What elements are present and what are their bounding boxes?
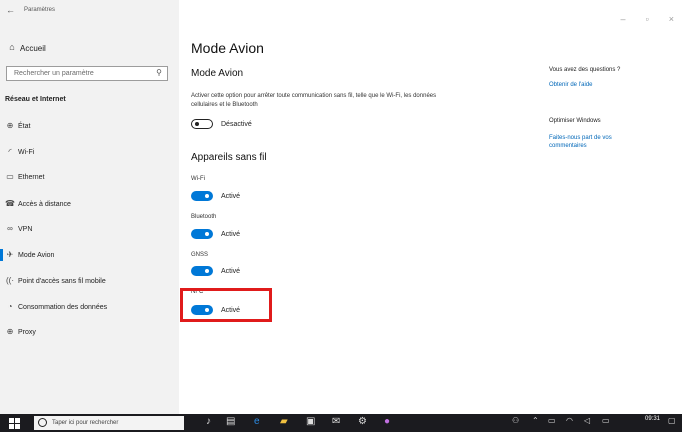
settings-search-input[interactable]: Rechercher un paramètre ⚲ bbox=[6, 66, 168, 81]
battery-icon[interactable]: ▭ bbox=[548, 416, 556, 425]
feedback-link[interactable]: Faites-nous part de vos commentaires bbox=[549, 134, 649, 150]
bluetooth-label: Bluetooth bbox=[191, 214, 217, 220]
sidebar-item-airplane-mode[interactable]: ✈ Mode Avion bbox=[0, 245, 179, 265]
gnss-toggle-state: Activé bbox=[221, 268, 241, 275]
hotspot-icon: ((· bbox=[6, 276, 14, 285]
keyboard-icon[interactable]: ▭ bbox=[602, 416, 610, 425]
file-explorer-icon[interactable]: ▰ bbox=[280, 416, 288, 427]
ethernet-icon: ▭ bbox=[6, 172, 14, 181]
network-icon[interactable]: ◠ bbox=[566, 416, 573, 425]
taskbar-clock[interactable]: 09:31 bbox=[645, 416, 660, 423]
sidebar-item-label: Ethernet bbox=[18, 174, 45, 181]
task-view-icon[interactable]: ▤ bbox=[226, 416, 235, 427]
window-controls: – ▫ × bbox=[601, 14, 674, 24]
bluetooth-toggle-state: Activé bbox=[221, 231, 241, 238]
globe-icon: ⊕ bbox=[6, 121, 14, 130]
sidebar-item-wifi[interactable]: ◜ Wi-Fi bbox=[0, 142, 179, 162]
page-title: Mode Avion bbox=[191, 40, 264, 56]
gnss-toggle[interactable] bbox=[191, 266, 213, 276]
tray-chevron-icon[interactable]: ⌃ bbox=[532, 416, 539, 425]
get-help-link[interactable]: Obtenir de l'aide bbox=[549, 82, 593, 88]
sidebar-item-label: Consommation des données bbox=[18, 304, 108, 311]
taskbar-search-input[interactable]: Taper ici pour rechercher bbox=[34, 416, 184, 430]
toggle-knob bbox=[195, 122, 199, 126]
toggle-knob bbox=[205, 232, 209, 236]
store-icon[interactable]: ▣ bbox=[306, 416, 315, 427]
people-icon[interactable]: ⚇ bbox=[512, 416, 519, 425]
microphone-icon[interactable]: ♪ bbox=[206, 416, 211, 427]
airplane-icon: ✈ bbox=[6, 250, 14, 259]
main-content: – ▫ × Mode Avion Mode Avion Activer cette … bbox=[179, 0, 682, 414]
maximize-icon[interactable]: ▫ bbox=[646, 14, 649, 24]
improve-windows-heading: Optimiser Windows bbox=[549, 118, 601, 124]
mail-icon[interactable]: ✉ bbox=[332, 416, 340, 427]
taskbar-search-placeholder: Taper ici pour rechercher bbox=[52, 420, 119, 426]
sidebar-item-data-usage[interactable]: ◔ Consommation des données bbox=[0, 297, 179, 317]
sidebar-item-dialup[interactable]: ☎ Accès à distance bbox=[0, 194, 179, 214]
wireless-devices-heading: Appareils sans fil bbox=[191, 152, 267, 163]
close-icon[interactable]: × bbox=[669, 14, 674, 24]
sidebar-item-label: Point d'accès sans fil mobile bbox=[18, 278, 106, 285]
sidebar-item-label: État bbox=[18, 123, 31, 130]
proxy-icon: ⊕ bbox=[6, 327, 14, 336]
home-icon: ⌂ bbox=[9, 42, 15, 52]
gnss-label: GNSS bbox=[191, 252, 209, 258]
settings-gear-icon[interactable]: ⚙ bbox=[358, 416, 367, 427]
dialup-icon: ☎ bbox=[5, 199, 15, 208]
home-nav-item[interactable]: ⌂ Accueil bbox=[4, 40, 174, 58]
wifi-icon: ◜ bbox=[8, 147, 12, 156]
airplane-description: Activer cette option pour arrêter toute … bbox=[191, 93, 437, 108]
nfc-highlight-box bbox=[180, 288, 272, 322]
section-title: Réseau et Internet bbox=[5, 96, 66, 103]
airplane-mode-toggle[interactable] bbox=[191, 119, 213, 129]
active-indicator bbox=[0, 249, 3, 261]
app-title: Paramètres bbox=[24, 7, 56, 13]
sidebar-item-proxy[interactable]: ⊕ Proxy bbox=[0, 322, 179, 342]
title-bar: ← Paramètres bbox=[0, 0, 179, 22]
bluetooth-toggle[interactable] bbox=[191, 229, 213, 239]
wifi-toggle[interactable] bbox=[191, 191, 213, 201]
sidebar-item-label: VPN bbox=[18, 226, 33, 233]
app-icon[interactable]: ● bbox=[384, 416, 390, 427]
sidebar-item-label: Mode Avion bbox=[18, 252, 55, 259]
sidebar-item-vpn[interactable]: ∞ VPN bbox=[0, 219, 179, 239]
sidebar: ← Paramètres ⌂ Accueil Rechercher un par… bbox=[0, 0, 179, 414]
search-placeholder: Rechercher un paramètre bbox=[14, 70, 94, 77]
volume-icon[interactable]: ◁ bbox=[584, 416, 590, 425]
home-label: Accueil bbox=[20, 44, 46, 53]
minimize-icon[interactable]: – bbox=[621, 14, 626, 24]
vpn-icon: ∞ bbox=[7, 224, 13, 233]
settings-window: ← Paramètres ⌂ Accueil Rechercher un par… bbox=[0, 0, 682, 414]
questions-heading: Vous avez des questions ? bbox=[549, 67, 621, 73]
sidebar-item-mobile-hotspot[interactable]: ((· Point d'accès sans fil mobile bbox=[0, 271, 179, 291]
sidebar-item-etat[interactable]: ⊕ État bbox=[0, 116, 179, 136]
sidebar-item-label: Proxy bbox=[18, 329, 36, 336]
edge-browser-icon[interactable]: e bbox=[254, 416, 260, 427]
wifi-label: Wi-Fi bbox=[191, 176, 205, 182]
toggle-knob bbox=[205, 194, 209, 198]
data-usage-icon: ◔ bbox=[7, 302, 13, 311]
airplane-toggle-state: Désactivé bbox=[221, 121, 252, 128]
wifi-toggle-state: Activé bbox=[221, 193, 241, 200]
toggle-knob bbox=[205, 269, 209, 273]
search-icon[interactable]: ⚲ bbox=[156, 68, 162, 77]
sidebar-item-ethernet[interactable]: ▭ Ethernet bbox=[0, 167, 179, 187]
cortana-icon bbox=[38, 418, 47, 427]
sidebar-item-label: Accès à distance bbox=[18, 201, 71, 208]
notifications-icon[interactable]: ▢ bbox=[668, 416, 676, 425]
section-heading: Mode Avion bbox=[191, 68, 244, 79]
back-arrow-icon[interactable]: ← bbox=[6, 5, 15, 15]
windows-start-icon[interactable] bbox=[9, 418, 20, 429]
taskbar: Taper ici pour rechercher ♪ ▤ e ▰ ▣ ✉ ⚙ … bbox=[0, 414, 682, 432]
sidebar-item-label: Wi-Fi bbox=[18, 149, 35, 156]
